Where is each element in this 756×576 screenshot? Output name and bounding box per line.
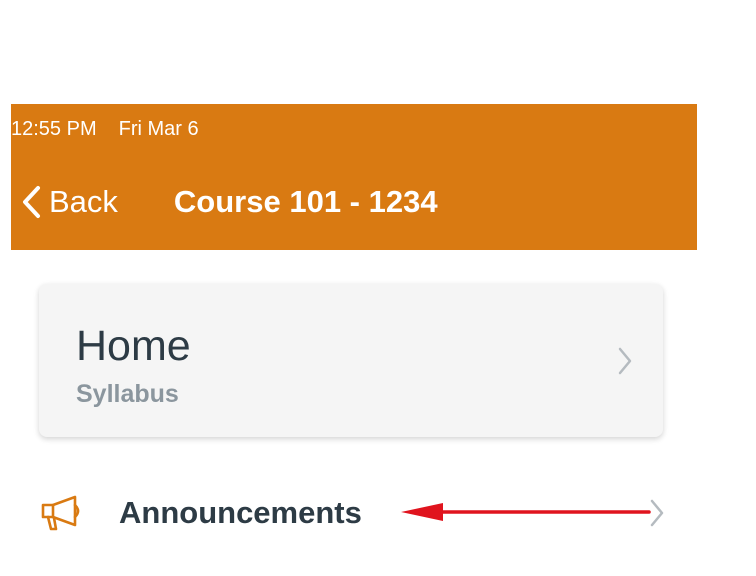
chevron-right-icon xyxy=(617,346,633,381)
course-screen: 12:55 PM Fri Mar 6 Back Course 101 - 123… xyxy=(0,0,756,576)
megaphone-icon xyxy=(39,494,85,537)
back-label: Back xyxy=(49,184,118,219)
red-arrow-icon xyxy=(399,498,659,531)
announcements-label: Announcements xyxy=(119,495,362,530)
nav-bar: Back Course 101 - 1234 xyxy=(11,174,438,230)
home-subtitle: Syllabus xyxy=(76,380,179,408)
chevron-right-icon xyxy=(649,498,665,533)
app-header: 12:55 PM Fri Mar 6 Back Course 101 - 123… xyxy=(11,104,697,250)
status-date: Fri Mar 6 xyxy=(118,117,199,140)
home-title: Home xyxy=(76,322,191,370)
announcements-item[interactable]: Announcements xyxy=(39,482,679,542)
chevron-left-icon xyxy=(21,185,41,219)
status-time: 12:55 PM xyxy=(11,117,97,140)
status-bar: 12:55 PM Fri Mar 6 xyxy=(11,114,199,144)
page-title: Course 101 - 1234 xyxy=(173,184,438,219)
home-card[interactable]: Home Syllabus xyxy=(39,284,663,437)
back-button[interactable]: Back xyxy=(21,184,118,220)
